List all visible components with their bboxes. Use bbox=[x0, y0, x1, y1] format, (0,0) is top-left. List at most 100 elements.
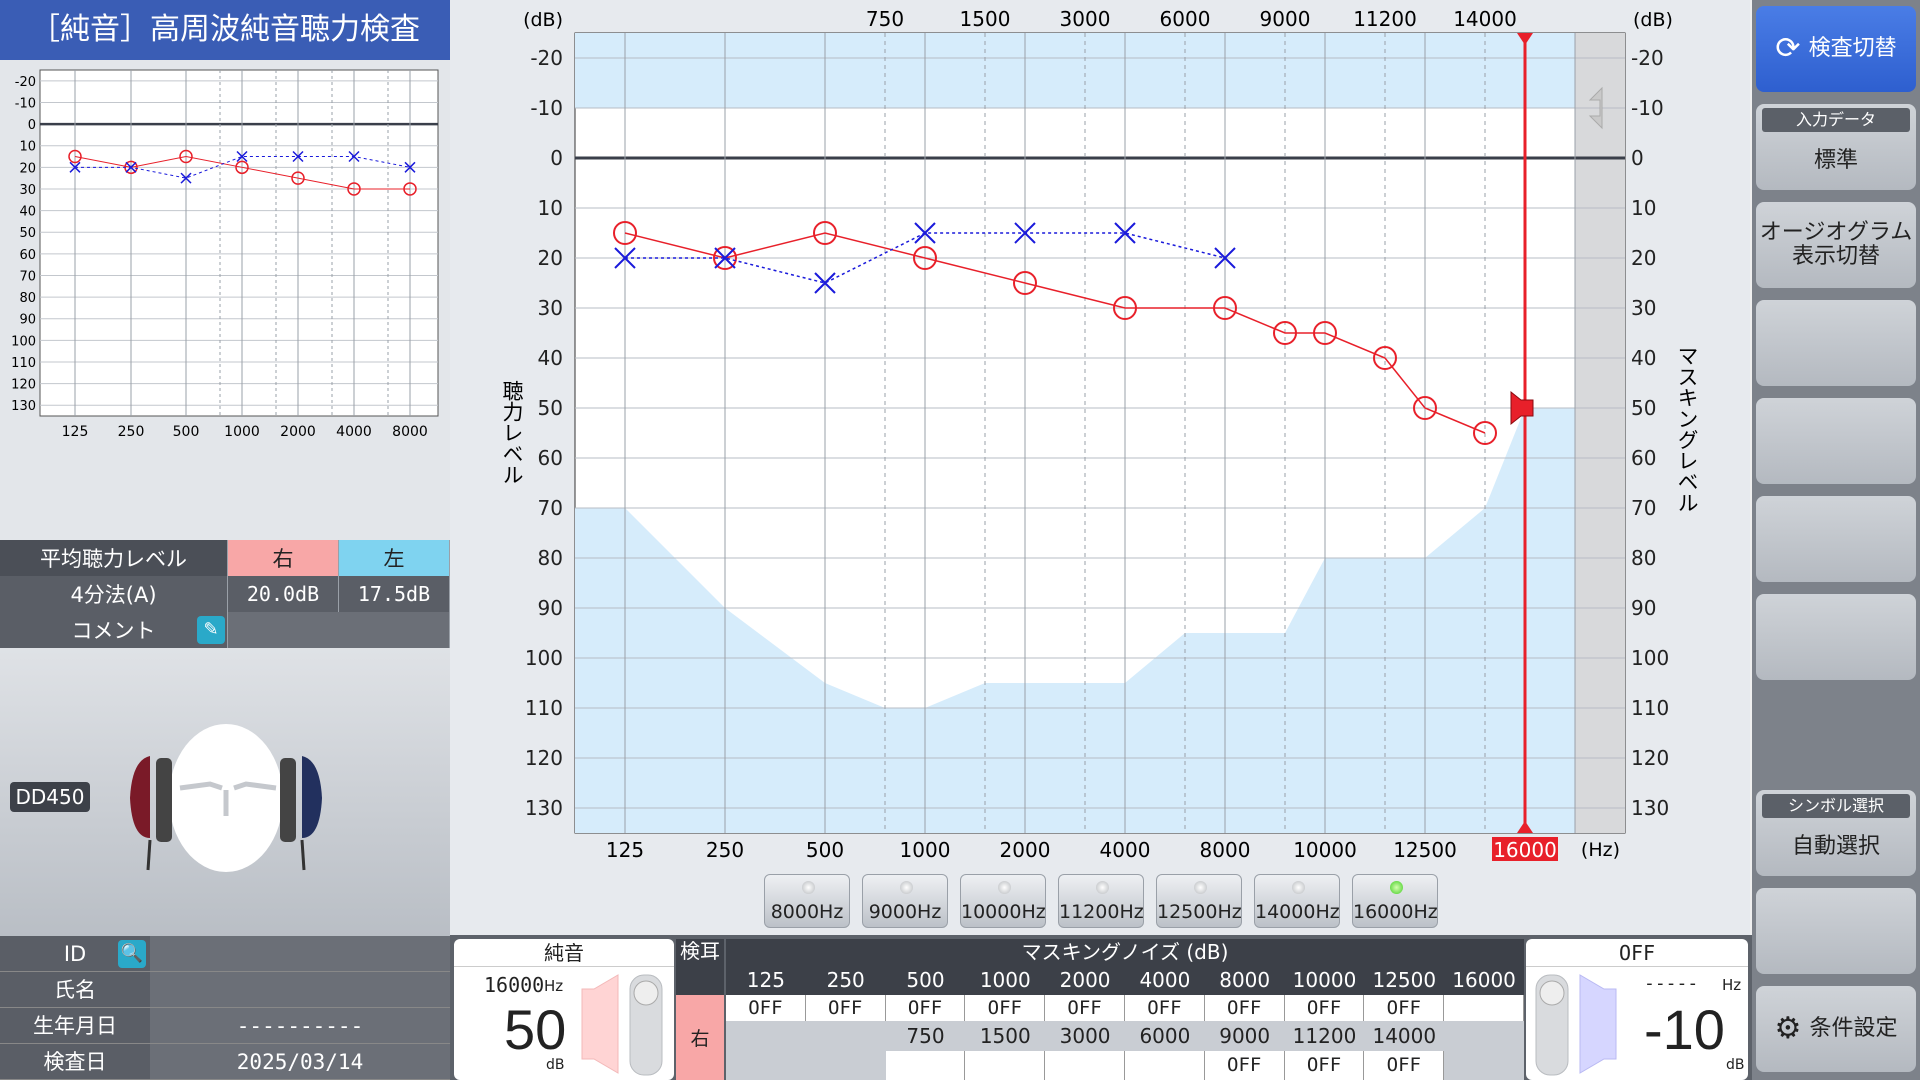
id-value[interactable] bbox=[150, 936, 450, 971]
freq-button-8000Hz[interactable]: 8000Hz bbox=[764, 874, 850, 928]
settings-button[interactable]: ⚙ 条件設定 bbox=[1756, 986, 1916, 1072]
birth-label: 生年月日 bbox=[33, 1014, 117, 1038]
audiogram-svg[interactable]: -20 -20 -10 -10 0 0 10 10 20 20 30 30 40 40 50 50 60 60 70… bbox=[450, 0, 1750, 935]
y-tick-label-left: 80 bbox=[538, 546, 563, 570]
pure-tone-level: 50 bbox=[504, 998, 567, 1061]
speaker-blue-icon bbox=[1535, 974, 1617, 1076]
mini-y-tick: 80 bbox=[19, 291, 36, 306]
search-icon[interactable]: 🔍 bbox=[118, 940, 146, 968]
pure-tone-frequency: 16000 bbox=[484, 973, 545, 997]
freq-button-label: 9000Hz bbox=[868, 901, 942, 923]
freq-button-label: 12500Hz bbox=[1157, 901, 1242, 923]
refresh-icon: ⟳ bbox=[1775, 31, 1801, 66]
page-title: ［純音］高周波純音聴力検査 bbox=[0, 0, 450, 60]
mini-y-tick: 20 bbox=[19, 161, 36, 176]
masking-value-row1[interactable]: OFF bbox=[1284, 995, 1365, 1021]
masking-freq-row2: 9000 bbox=[1204, 1021, 1285, 1051]
y-unit-right: (dB) bbox=[1633, 9, 1673, 31]
status-led-icon bbox=[1194, 881, 1207, 894]
noise-frequency: ----- bbox=[1644, 973, 1699, 994]
x-top-tick-label: 3000 bbox=[1060, 7, 1111, 31]
id-label: ID bbox=[63, 942, 87, 966]
birth-row: 生年月日 ---------- bbox=[0, 1008, 450, 1044]
mini-x-tick: 4000 bbox=[336, 424, 372, 440]
input-data-button[interactable]: 入力データ 標準 bbox=[1756, 104, 1916, 190]
mini-chart-svg: -20 -10 0 10 20 30 40 50 60 70 80 90 100 110 120 130 125… bbox=[11, 69, 439, 440]
x-top-tick-label: 9000 bbox=[1260, 7, 1311, 31]
date-label: 検査日 bbox=[43, 1050, 107, 1074]
mini-x-tick: 250 bbox=[118, 424, 145, 440]
input-data-caption: 入力データ bbox=[1762, 108, 1910, 132]
masking-value-row1[interactable]: OFF bbox=[1045, 995, 1125, 1021]
mini-y-tick: 40 bbox=[19, 205, 36, 220]
mini-y-tick: 70 bbox=[19, 269, 36, 284]
y-axis-title-left: 聴力レベル bbox=[500, 380, 524, 485]
comment-row: コメント ✎ bbox=[0, 612, 450, 648]
freq-button-14000Hz[interactable]: 14000Hz bbox=[1254, 874, 1340, 928]
masking-value-row2[interactable] bbox=[1125, 1051, 1205, 1080]
pencil-icon[interactable]: ✎ bbox=[197, 616, 225, 644]
masking-value-row1[interactable]: OFF bbox=[726, 995, 806, 1021]
masking-value-row1[interactable]: OFF bbox=[1125, 995, 1205, 1021]
audiogram-display-button[interactable]: オージオグラム 表示切替 bbox=[1756, 202, 1916, 288]
y-tick-label-right: 50 bbox=[1631, 396, 1656, 420]
y-tick-label-right: 130 bbox=[1631, 796, 1669, 820]
masking-value-row1[interactable]: OFF bbox=[1204, 995, 1285, 1021]
birth-value[interactable]: ---------- bbox=[150, 1008, 450, 1043]
noise-panel: OFF ----- Hz -10 dB bbox=[1526, 939, 1748, 1080]
ear-label: 検耳 bbox=[676, 939, 724, 995]
empty-button-4 bbox=[1756, 594, 1916, 680]
y-tick-label-left: 30 bbox=[538, 296, 563, 320]
mini-audiogram: -20 -10 0 10 20 30 40 50 60 70 80 90 100 110 120 130 125… bbox=[0, 60, 450, 540]
freq-button-16000Hz[interactable]: 16000Hz bbox=[1352, 874, 1438, 928]
masking-freq-row1: 8000 bbox=[1204, 965, 1285, 995]
masking-value-row2[interactable]: OFF bbox=[1284, 1051, 1365, 1080]
switch-test-label: 検査切替 bbox=[1808, 36, 1897, 61]
ear-value[interactable]: 右 bbox=[676, 1011, 724, 1067]
mini-x-tick: 2000 bbox=[280, 424, 316, 440]
x-bottom-tick-label: 4000 bbox=[1100, 838, 1151, 862]
main-audiogram: -20 -20 -10 -10 0 0 10 10 20 20 30 30 40 40 50 50 60 60 70… bbox=[450, 0, 1750, 935]
masking-value-row1[interactable]: OFF bbox=[965, 995, 1046, 1021]
y-tick-label-left: -10 bbox=[530, 96, 563, 120]
freq-button-11200Hz[interactable]: 11200Hz bbox=[1058, 874, 1144, 928]
mini-x-tick: 500 bbox=[173, 424, 200, 440]
masking-value-row1[interactable]: OFF bbox=[1364, 995, 1445, 1021]
y-tick-label-left: 120 bbox=[525, 746, 563, 770]
status-led-icon bbox=[1292, 881, 1305, 894]
x-top-tick-label: 1500 bbox=[960, 7, 1011, 31]
y-tick-label-left: 10 bbox=[538, 196, 563, 220]
masking-freq-row1: 250 bbox=[805, 965, 886, 995]
comment-value[interactable] bbox=[228, 612, 450, 648]
masking-value-row2[interactable]: OFF bbox=[1364, 1051, 1445, 1080]
settings-label: 条件設定 bbox=[1809, 1016, 1898, 1041]
symbol-select-button[interactable]: シンボル選択 自動選択 bbox=[1756, 790, 1916, 876]
masking-freq-row1: 125 bbox=[726, 965, 806, 995]
y-tick-label-right: -10 bbox=[1631, 96, 1664, 120]
masking-value-row2[interactable]: OFF bbox=[1204, 1051, 1285, 1080]
name-value[interactable] bbox=[150, 972, 450, 1007]
masking-value-row2[interactable] bbox=[885, 1051, 966, 1080]
masking-value-row1[interactable]: OFF bbox=[885, 995, 966, 1021]
y-tick-label-right: 40 bbox=[1631, 346, 1656, 370]
freq-button-12500Hz[interactable]: 12500Hz bbox=[1156, 874, 1242, 928]
mini-y-tick: 110 bbox=[11, 356, 36, 371]
masking-freq-row1: 500 bbox=[885, 965, 966, 995]
freq-button-10000Hz[interactable]: 10000Hz bbox=[960, 874, 1046, 928]
mini-x-tick: 1000 bbox=[224, 424, 260, 440]
masking-value-row2[interactable] bbox=[965, 1051, 1046, 1080]
freq-button-9000Hz[interactable]: 9000Hz bbox=[862, 874, 948, 928]
masking-value-row1[interactable]: OFF bbox=[805, 995, 886, 1021]
masking-freq-row1: 10000 bbox=[1284, 965, 1365, 995]
switch-test-button[interactable]: ⟳ 検査切替 bbox=[1756, 6, 1916, 92]
x-bottom-tick-label: 1000 bbox=[900, 838, 951, 862]
y-tick-label-right: 100 bbox=[1631, 646, 1669, 670]
masking-value-row1[interactable] bbox=[1444, 995, 1524, 1021]
date-row: 検査日 2025/03/14 bbox=[0, 1044, 450, 1080]
masking-value-row2[interactable] bbox=[1045, 1051, 1125, 1080]
average-label: 平均聴力レベル bbox=[0, 540, 228, 576]
noise-unit: dB bbox=[1726, 1057, 1745, 1073]
freq-button-label: 10000Hz bbox=[961, 901, 1046, 923]
masking-freq-row2: 1500 bbox=[965, 1021, 1046, 1051]
x-top-tick-label: 6000 bbox=[1160, 7, 1211, 31]
